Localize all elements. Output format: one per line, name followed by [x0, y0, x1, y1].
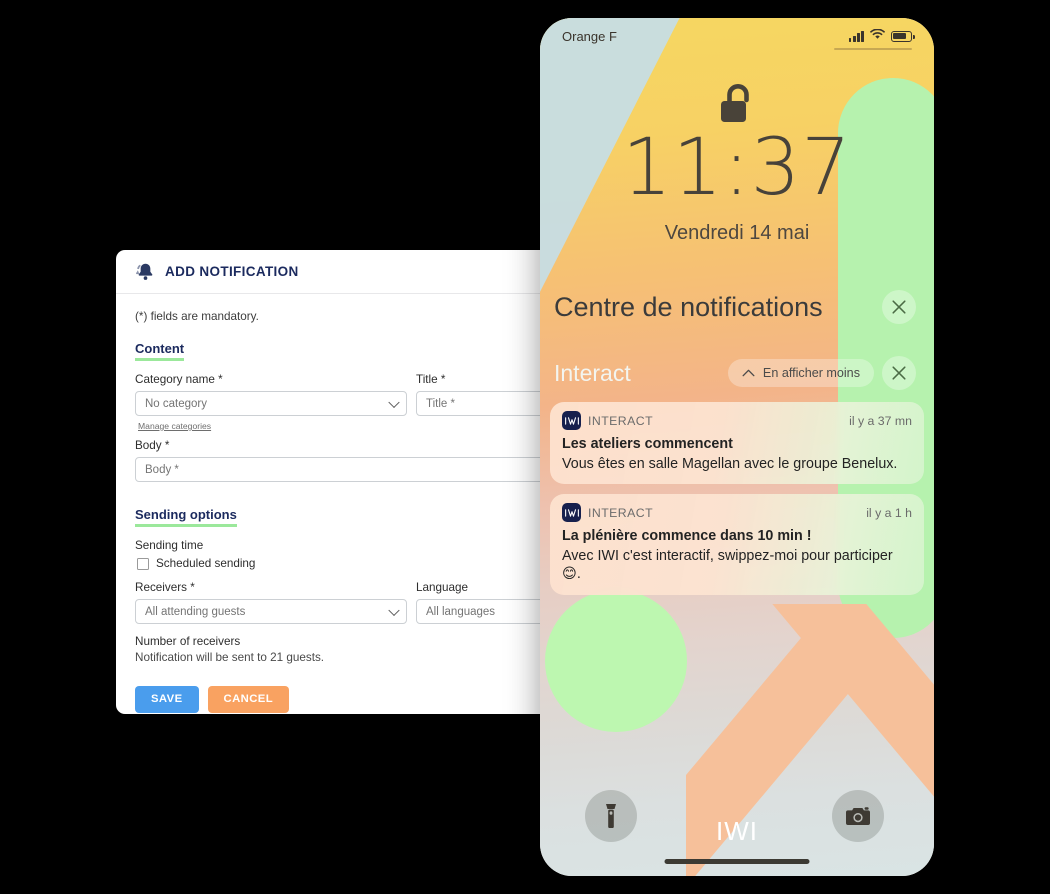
save-button[interactable]: SAVE	[135, 686, 199, 714]
show-less-button[interactable]: En afficher moins	[727, 359, 874, 387]
home-indicator[interactable]	[664, 859, 810, 864]
notification-center-title: Centre de notifications	[554, 291, 823, 322]
wifi-icon	[869, 27, 886, 45]
notification-group-header: Interact En afficher moins	[540, 355, 934, 391]
notification-group-name: Interact	[554, 359, 631, 386]
notification-body: Avec IWI c'est interactif, swippez-moi p…	[562, 547, 893, 583]
notification-group-actions: En afficher moins	[727, 356, 916, 390]
receivers-field-group: Receivers * All attending guests	[135, 581, 407, 624]
content-section-heading: Content	[135, 341, 185, 361]
notification-timestamp: il y a 37 mn	[849, 413, 912, 428]
scheduled-sending-checkbox[interactable]	[137, 557, 149, 570]
category-label: Category name *	[135, 373, 223, 386]
notification-card[interactable]: INTERACT il y a 1 h La plénière commence…	[550, 494, 924, 596]
receivers-select[interactable]: All attending guests	[135, 599, 407, 624]
iwi-brand-wordmark: IWI	[716, 816, 758, 846]
unlocked-padlock-icon	[540, 80, 934, 128]
iwi-app-icon	[562, 503, 581, 522]
lock-screen-date: Vendredi 14 mai	[664, 222, 810, 244]
clear-all-notifications-button[interactable]	[882, 290, 916, 324]
manage-categories-link[interactable]: Manage categories	[138, 421, 211, 431]
receivers-select-value: All attending guests	[145, 605, 246, 618]
notification-center-header: Centre de notifications	[540, 290, 934, 324]
dialog-title: ADD NOTIFICATION	[165, 264, 299, 279]
receivers-label: Receivers *	[135, 581, 195, 594]
notification-timestamp: il y a 1 h	[866, 505, 912, 520]
category-field-group: Category name * No category Manage categ…	[135, 373, 407, 434]
notification-card-header: INTERACT il y a 1 h	[562, 503, 912, 522]
category-select[interactable]: No category	[135, 391, 407, 416]
scheduled-sending-label: Scheduled sending	[156, 557, 256, 570]
cancel-button[interactable]: CANCEL	[207, 686, 289, 714]
status-bar-underline	[834, 48, 912, 50]
signal-bars-icon	[848, 30, 864, 42]
carrier-label: Orange F	[562, 28, 617, 44]
show-less-label: En afficher moins	[762, 366, 860, 380]
bell-icon	[135, 262, 156, 281]
close-icon	[892, 300, 906, 314]
phone-mockup: Orange F 11:37 Vendredi 14 mai Centre de…	[540, 18, 934, 876]
chevron-down-icon	[388, 604, 400, 616]
wallpaper-green-circle	[545, 590, 687, 732]
notification-app-name: INTERACT	[588, 413, 654, 428]
notification-card[interactable]: INTERACT il y a 37 mn Les ateliers comme…	[550, 402, 924, 485]
clear-group-button[interactable]	[882, 356, 916, 390]
battery-icon	[891, 30, 915, 42]
chevron-up-icon	[742, 369, 755, 377]
close-icon	[892, 366, 906, 380]
lock-screen-time: 11:37	[622, 123, 852, 213]
category-select-value: No category	[145, 397, 208, 410]
status-icons	[848, 27, 915, 45]
chevron-down-icon	[388, 396, 400, 408]
notification-app-name: INTERACT	[588, 505, 654, 520]
notification-title: Les ateliers commencent	[562, 436, 733, 452]
sending-options-heading: Sending options	[135, 507, 237, 527]
iwi-app-icon	[562, 411, 581, 430]
language-select-value: All languages	[426, 605, 496, 618]
notification-title: La plénière commence dans 10 min !	[562, 528, 812, 544]
notification-body: Vous êtes en salle Magellan avec le grou…	[562, 455, 898, 472]
notification-card-header: INTERACT il y a 37 mn	[562, 411, 912, 430]
